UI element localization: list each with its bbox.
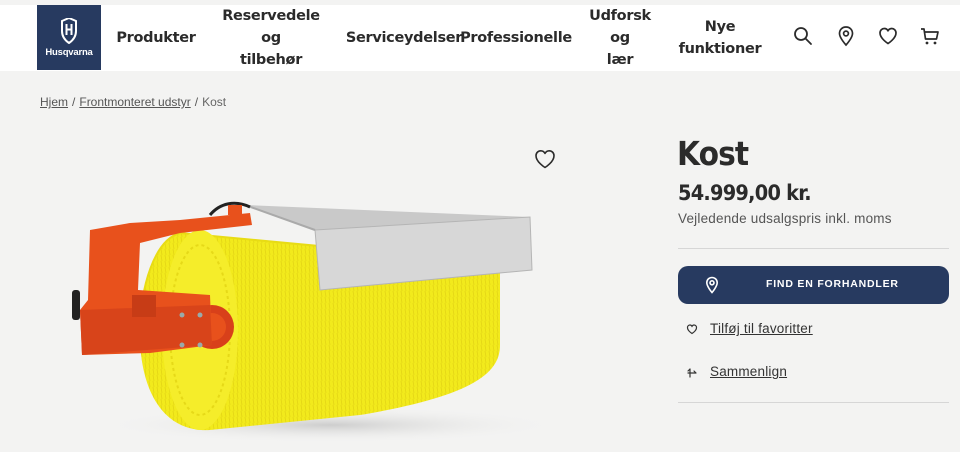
nav-professionelle-label: Professionelle [460, 30, 572, 46]
breadcrumb-separator: / [194, 95, 199, 109]
heart-icon [686, 323, 698, 334]
divider [678, 248, 949, 249]
breadcrumb-current: Kost [202, 95, 227, 109]
compare-label: Sammenlign [710, 364, 788, 379]
nav-udforsk-label-line2: lær [606, 52, 634, 68]
nav-serviceydelser-label: Serviceydelser [345, 30, 463, 46]
nav-reservedele[interactable]: Reservedele og tilbehør [210, 5, 332, 71]
nav-nye-funktioner-label-line1: Nye [704, 19, 736, 35]
product-price: 54.999,00 kr. [678, 181, 812, 205]
breadcrumb: Hjem / Frontmonteret udstyr / Kost [40, 95, 226, 109]
search-icon[interactable] [792, 25, 814, 47]
product-title: Kost [677, 134, 749, 173]
breadcrumb-link-hjem[interactable]: Hjem [40, 95, 68, 109]
add-to-favorites-link[interactable]: Tilføj til favoritter [686, 321, 813, 336]
compare-link[interactable]: Sammenlign [686, 364, 787, 379]
cart-icon[interactable] [919, 25, 941, 47]
nav-udforsk[interactable]: Udforsk og lær [578, 5, 662, 71]
husqvarna-logo[interactable]: Husqvarna [37, 5, 101, 70]
price-note: Vejledende udsalgspris inkl. moms [678, 211, 892, 226]
find-dealer-label: FIND EN FORHANDLER [766, 278, 899, 290]
image-favorite-heart-icon[interactable] [533, 147, 557, 171]
divider [678, 402, 949, 403]
compare-icon [687, 367, 697, 378]
nav-nye-funktioner[interactable]: Nye funktioner [676, 5, 764, 71]
nav-serviceydelser[interactable]: Serviceydelser [345, 5, 463, 71]
nav-nye-funktioner-label-line2: funktioner [678, 41, 762, 57]
product-image [72, 201, 550, 443]
breadcrumb-link-frontmonteret[interactable]: Frontmonteret udstyr [79, 95, 190, 109]
logo-text: Husqvarna [45, 46, 93, 58]
nav-produkter-label: Produkter [116, 30, 196, 46]
find-dealer-button[interactable]: FIND EN FORHANDLER [678, 266, 949, 304]
heart-icon[interactable] [877, 25, 899, 47]
nav-professionelle[interactable]: Professionelle [460, 5, 572, 71]
location-pin-icon[interactable] [835, 25, 857, 47]
nav-reservedele-label-line1: Reservedele og [222, 8, 320, 46]
location-pin-icon [705, 276, 719, 294]
site-header: Husqvarna Produkter Reservedele og tilbeh… [0, 5, 960, 71]
nav-reservedele-label-line2: tilbehør [239, 52, 303, 68]
nav-produkter[interactable]: Produkter [112, 5, 200, 71]
add-to-favorites-label: Tilføj til favoritter [710, 321, 813, 336]
husqvarna-crown-logo-icon [61, 17, 77, 44]
nav-udforsk-label-line1: Udforsk og [589, 8, 651, 46]
breadcrumb-separator: / [72, 95, 76, 109]
